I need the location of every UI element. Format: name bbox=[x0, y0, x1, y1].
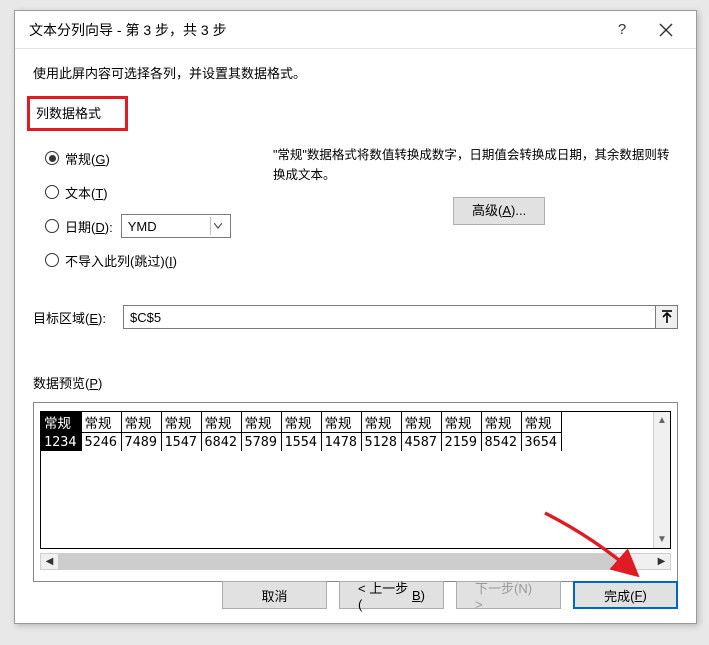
preview-cell[interactable]: 5128 bbox=[361, 433, 401, 451]
vertical-scrollbar[interactable]: ▲ ▼ bbox=[653, 412, 670, 548]
preview-col-header[interactable]: 常规 bbox=[441, 412, 481, 433]
preview-cell[interactable]: 1554 bbox=[281, 433, 321, 451]
instruction-text: 使用此屏内容可选择各列，并设置其数据格式。 bbox=[33, 63, 678, 82]
radio-icon bbox=[45, 219, 59, 233]
preview-cell[interactable]: 3654 bbox=[521, 433, 561, 451]
preview-col-header[interactable]: 常规 bbox=[521, 412, 561, 433]
range-picker-button[interactable] bbox=[655, 306, 677, 328]
preview-table[interactable]: 常规常规常规常规常规常规常规常规常规常规常规常规常规12345246748915… bbox=[40, 411, 671, 549]
preview-col-header[interactable]: 常规 bbox=[361, 412, 401, 433]
preview-col-header[interactable]: 常规 bbox=[241, 412, 281, 433]
date-format-value: YMD bbox=[128, 219, 157, 234]
help-button[interactable]: ? bbox=[600, 15, 644, 45]
preview-col-header[interactable]: 常规 bbox=[281, 412, 321, 433]
titlebar: 文本分列向导 - 第 3 步，共 3 步 ? bbox=[15, 11, 696, 49]
radio-icon bbox=[45, 253, 59, 267]
preview-col-header[interactable]: 常规 bbox=[481, 412, 521, 433]
preview-col-header[interactable]: 常规 bbox=[401, 412, 441, 433]
horizontal-scrollbar[interactable]: ◀ ▶ bbox=[40, 553, 671, 570]
destination-label: 目标区域(E): bbox=[33, 308, 123, 327]
close-icon bbox=[659, 23, 673, 37]
range-picker-icon bbox=[661, 310, 673, 324]
format-description: "常规"数据格式将数值转换成数字，日期值会转换成日期，其余数据则转换成文本。 高… bbox=[263, 135, 678, 277]
radio-skip[interactable]: 不导入此列(跳过)(I) bbox=[45, 243, 263, 277]
radio-date[interactable]: 日期(D): YMD bbox=[45, 209, 263, 243]
scroll-up-icon: ▲ bbox=[654, 412, 670, 429]
preview-col-header[interactable]: 常规 bbox=[201, 412, 241, 433]
next-button[interactable]: 下一步(N) > bbox=[456, 581, 561, 609]
preview-cell[interactable]: 7489 bbox=[121, 433, 161, 451]
preview-cell[interactable]: 1234 bbox=[41, 433, 81, 451]
close-button[interactable] bbox=[644, 15, 688, 45]
preview-col-header[interactable]: 常规 bbox=[41, 412, 81, 433]
preview-cell[interactable]: 1547 bbox=[161, 433, 201, 451]
preview-cell[interactable]: 5246 bbox=[81, 433, 121, 451]
preview-cell[interactable]: 2159 bbox=[441, 433, 481, 451]
preview-col-header[interactable]: 常规 bbox=[121, 412, 161, 433]
preview-col-header[interactable]: 常规 bbox=[321, 412, 361, 433]
preview-cell[interactable]: 6842 bbox=[201, 433, 241, 451]
date-format-select[interactable]: YMD bbox=[121, 214, 231, 238]
radio-text[interactable]: 文本(T) bbox=[45, 175, 263, 209]
format-radio-group: 常规(G) 文本(T) 日期(D): YMD bbox=[33, 135, 263, 277]
preview-label: 数据预览(P) bbox=[33, 373, 678, 392]
back-button[interactable]: < 上一步(B) bbox=[339, 581, 444, 609]
preview-box: 常规常规常规常规常规常规常规常规常规常规常规常规常规12345246748915… bbox=[33, 402, 678, 582]
preview-cell[interactable]: 1478 bbox=[321, 433, 361, 451]
radio-icon bbox=[45, 151, 59, 165]
scroll-right-icon: ▶ bbox=[653, 556, 670, 567]
scroll-down-icon: ▼ bbox=[654, 531, 670, 548]
finish-button[interactable]: 完成(F) bbox=[573, 581, 678, 609]
destination-input[interactable] bbox=[124, 306, 655, 328]
preview-cell[interactable]: 8542 bbox=[481, 433, 521, 451]
preview-col-header[interactable]: 常规 bbox=[81, 412, 121, 433]
text-to-columns-wizard-dialog: 文本分列向导 - 第 3 步，共 3 步 ? 使用此屏内容可选择各列，并设置其数… bbox=[14, 10, 697, 624]
dialog-title: 文本分列向导 - 第 3 步，共 3 步 bbox=[29, 20, 600, 40]
chevron-down-icon bbox=[210, 217, 226, 235]
scroll-left-icon: ◀ bbox=[41, 556, 58, 567]
dialog-footer: 取消 < 上一步(B) 下一步(N) > 完成(F) bbox=[222, 581, 678, 609]
scroll-thumb[interactable] bbox=[58, 554, 617, 569]
preview-cell[interactable]: 5789 bbox=[241, 433, 281, 451]
radio-general[interactable]: 常规(G) bbox=[45, 141, 263, 175]
cancel-button[interactable]: 取消 bbox=[222, 581, 327, 609]
radio-icon bbox=[45, 185, 59, 199]
destination-input-wrap bbox=[123, 305, 678, 329]
preview-cell[interactable]: 4587 bbox=[401, 433, 441, 451]
advanced-button[interactable]: 高级(A)... bbox=[453, 197, 545, 225]
preview-col-header[interactable]: 常规 bbox=[161, 412, 201, 433]
column-data-format-group-label: 列数据格式 bbox=[27, 96, 128, 131]
